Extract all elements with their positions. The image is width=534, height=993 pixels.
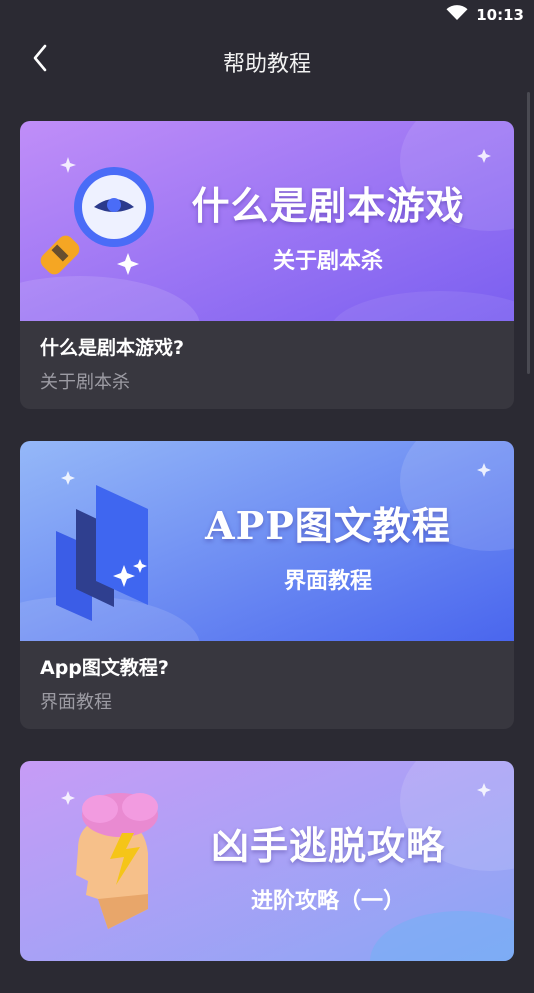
card-description: 界面教程 — [40, 692, 112, 713]
banner-title: APP图文教程 — [205, 503, 451, 548]
tutorial-list: 什么是剧本游戏 关于剧本杀 什么是剧本游戏? 关于剧本杀 APP图文教程 界面教… — [20, 121, 514, 993]
card-banner: 凶手逃脱攻略 进阶攻略（一） — [20, 761, 514, 961]
scrollbar[interactable] — [527, 92, 530, 374]
banner-subtitle: 关于剧本杀 — [272, 248, 383, 274]
card-banner: 什么是剧本游戏 关于剧本杀 — [20, 121, 514, 321]
card-title: 什么是剧本游戏? — [40, 337, 185, 359]
banner-title: 凶手逃脱攻略 — [210, 823, 445, 868]
card-title: App图文教程? — [40, 657, 169, 679]
banner-subtitle: 进阶攻略（一） — [250, 888, 405, 914]
card-banner: APP图文教程 界面教程 — [20, 441, 514, 641]
tutorial-card-app-guide[interactable]: APP图文教程 界面教程 App图文教程? 界面教程 — [20, 441, 514, 729]
banner-subtitle: 界面教程 — [283, 568, 372, 594]
header: 帮助教程 — [0, 30, 534, 90]
tutorial-card-escape-guide[interactable]: 凶手逃脱攻略 进阶攻略（一） — [20, 761, 514, 961]
status-icons: 10:13 — [446, 4, 524, 26]
banner-title: 什么是剧本游戏 — [191, 183, 465, 228]
status-time: 10:13 — [476, 6, 524, 24]
tutorial-card-script-game[interactable]: 什么是剧本游戏 关于剧本杀 什么是剧本游戏? 关于剧本杀 — [20, 121, 514, 409]
status-bar: 10:13 — [0, 0, 534, 30]
page-title: 帮助教程 — [222, 52, 311, 77]
card-description: 关于剧本杀 — [40, 372, 130, 393]
card-info: 什么是剧本游戏? 关于剧本杀 — [20, 321, 514, 409]
card-info: App图文教程? 界面教程 — [20, 641, 514, 729]
wifi-icon — [446, 5, 468, 25]
